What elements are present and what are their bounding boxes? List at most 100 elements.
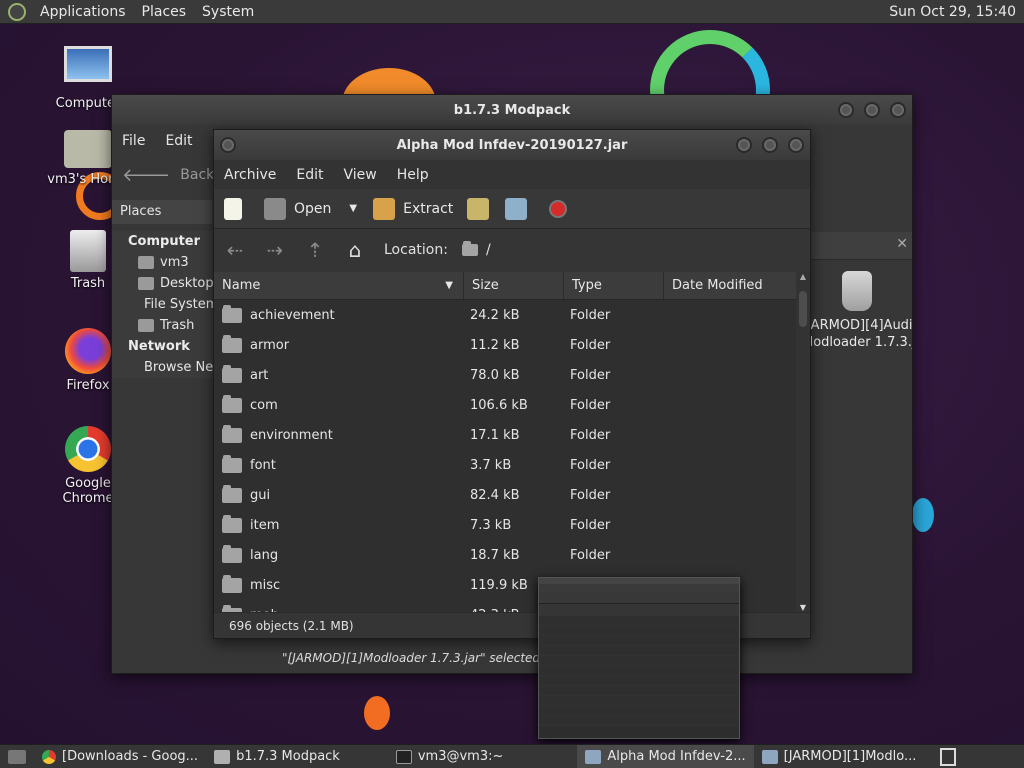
home-icon [138, 256, 154, 269]
window-thumbnail-preview[interactable] [538, 577, 740, 739]
file-row[interactable]: com 106.6 kB Folder [214, 390, 796, 420]
window-menu-button[interactable] [220, 137, 236, 153]
task-modpack-folder[interactable]: b1.7.3 Modpack [206, 745, 348, 768]
desktop-icon-label: Google Chrome [62, 476, 114, 506]
bottom-panel: [Downloads - Goog... b1.7.3 Modpack vm3@… [0, 744, 1024, 768]
file-size-cell: 24.2 kB [470, 307, 520, 323]
places-sidebar: Computer vm3 Desktop File System Trash N… [112, 231, 250, 378]
maximize-button[interactable] [762, 137, 778, 153]
computer-icon [64, 46, 112, 82]
terminal-icon [395, 749, 412, 764]
open-icon[interactable] [264, 197, 286, 220]
file-type-cell: Folder [570, 487, 611, 503]
menu-edit[interactable]: Edit [286, 167, 333, 183]
menu-system[interactable]: System [194, 4, 262, 20]
add-files-icon[interactable] [467, 197, 490, 220]
open-button[interactable]: Open [294, 201, 331, 217]
sidebar-header-network: Network [128, 339, 190, 354]
workspace-switcher-icon[interactable] [940, 747, 956, 766]
archive-icon [585, 749, 602, 764]
file-name: achievement [250, 307, 335, 323]
panel-clock[interactable]: Sun Oct 29, 15:40 [889, 4, 1024, 20]
column-header-date-modified[interactable]: Date Modified [664, 272, 796, 299]
up-arrow-icon[interactable]: ⇡ [304, 239, 326, 261]
folder-icon [222, 424, 242, 443]
file-list-header: Name ▼ Size Type Date Modified [214, 272, 796, 300]
stop-icon[interactable] [549, 199, 568, 218]
column-header-type[interactable]: Type [564, 272, 664, 299]
folder-icon [222, 394, 242, 413]
show-desktop-icon[interactable] [8, 749, 26, 764]
file-name: item [250, 517, 280, 533]
file-name: lang [250, 547, 279, 563]
maximize-button[interactable] [864, 102, 880, 118]
sidebar-item-vm3[interactable]: vm3 [112, 252, 217, 273]
sidebar-item-desktop[interactable]: Desktop [112, 273, 217, 294]
home-icon[interactable]: ⌂ [344, 239, 366, 261]
window-title: Alpha Mod Infdev-20190127.jar [396, 137, 628, 153]
top-panel: Applications Places System Sun Oct 29, 1… [0, 0, 1024, 24]
file-size-cell: 106.6 kB [470, 397, 528, 413]
distro-logo-icon[interactable] [8, 2, 26, 21]
back-arrow-icon[interactable]: ⇠ [224, 239, 246, 261]
file-name-cell: achievement [214, 304, 464, 323]
jar-label-line2: Modloader 1.7.3.jar [802, 335, 912, 350]
extract-icon[interactable] [373, 197, 396, 220]
add-folder-icon[interactable] [505, 197, 528, 220]
open-dropdown-chevron-icon[interactable]: ▼ [349, 203, 357, 214]
file-name: art [250, 367, 269, 383]
menu-help[interactable]: Help [387, 167, 439, 183]
minimize-button[interactable] [838, 102, 854, 118]
menu-places[interactable]: Places [134, 4, 195, 20]
desktop-icon-label: Firefox [66, 378, 110, 393]
file-row[interactable]: armor 11.2 kB Folder [214, 330, 796, 360]
sidebar-item-filesystem[interactable]: File System [112, 294, 218, 315]
scroll-up-icon[interactable]: ▲ [798, 272, 808, 281]
file-name: gui [250, 487, 271, 503]
task-terminal[interactable]: vm3@vm3:~ [388, 745, 512, 768]
new-archive-icon[interactable] [224, 197, 242, 220]
scrollbar-thumb[interactable] [799, 291, 807, 327]
location-field[interactable]: / [461, 241, 491, 258]
location-value: / [485, 242, 491, 258]
file-row[interactable]: font 3.7 kB Folder [214, 450, 796, 480]
jar-file-item[interactable]: [JARMOD][4]Audio Modloader 1.7.3.jar [802, 271, 912, 351]
scroll-down-icon[interactable]: ▼ [798, 603, 808, 612]
file-row[interactable]: gui 82.4 kB Folder [214, 480, 796, 510]
chrome-icon [65, 426, 111, 472]
back-arrow-icon[interactable]: 🡐 [122, 165, 170, 186]
trash-icon [138, 319, 154, 332]
file-row[interactable]: achievement 24.2 kB Folder [214, 300, 796, 330]
menu-file[interactable]: File [112, 133, 155, 149]
file-row[interactable]: item 7.3 kB Folder [214, 510, 796, 540]
sidebar-item-browse-network[interactable]: Browse Network [112, 357, 250, 378]
menu-applications[interactable]: Applications [32, 4, 134, 20]
menu-view[interactable]: View [334, 167, 387, 183]
menu-archive[interactable]: Archive [214, 167, 286, 183]
file-row[interactable]: art 78.0 kB Folder [214, 360, 796, 390]
forward-arrow-icon[interactable]: ⇢ [264, 239, 286, 261]
minimize-button[interactable] [736, 137, 752, 153]
archive-titlebar[interactable]: Alpha Mod Infdev-20190127.jar [214, 130, 810, 160]
file-name: font [250, 457, 276, 473]
menu-edit[interactable]: Edit [155, 133, 202, 149]
task-downloads-chrome[interactable]: [Downloads - Goog... [34, 745, 206, 768]
column-header-name[interactable]: Name ▼ [214, 272, 464, 299]
close-button[interactable] [890, 102, 906, 118]
sidebar-item-trash[interactable]: Trash [112, 315, 217, 336]
task-alpha-mod-archive[interactable]: Alpha Mod Infdev-2... [577, 744, 754, 768]
file-row[interactable]: lang 18.7 kB Folder [214, 540, 796, 570]
column-header-size[interactable]: Size [464, 272, 564, 299]
extract-button[interactable]: Extract [403, 201, 453, 217]
task-jarmod-archive[interactable]: [JARMOD][1]Modlo... [754, 745, 925, 768]
close-button[interactable] [788, 137, 804, 153]
back-button[interactable]: Back [180, 167, 214, 183]
modpack-titlebar[interactable]: b1.7.3 Modpack [112, 95, 912, 125]
sidebar-header-computer: Computer [128, 234, 201, 249]
jar-label-line1: [JARMOD][4]Audio [802, 318, 912, 333]
file-row[interactable]: environment 17.1 kB Folder [214, 420, 796, 450]
close-tab-icon[interactable]: ✕ [896, 236, 908, 252]
file-size-cell: 3.7 kB [470, 457, 512, 473]
file-name-cell: misc [214, 574, 464, 593]
file-list-scrollbar[interactable]: ▲ ▼ [798, 272, 808, 612]
